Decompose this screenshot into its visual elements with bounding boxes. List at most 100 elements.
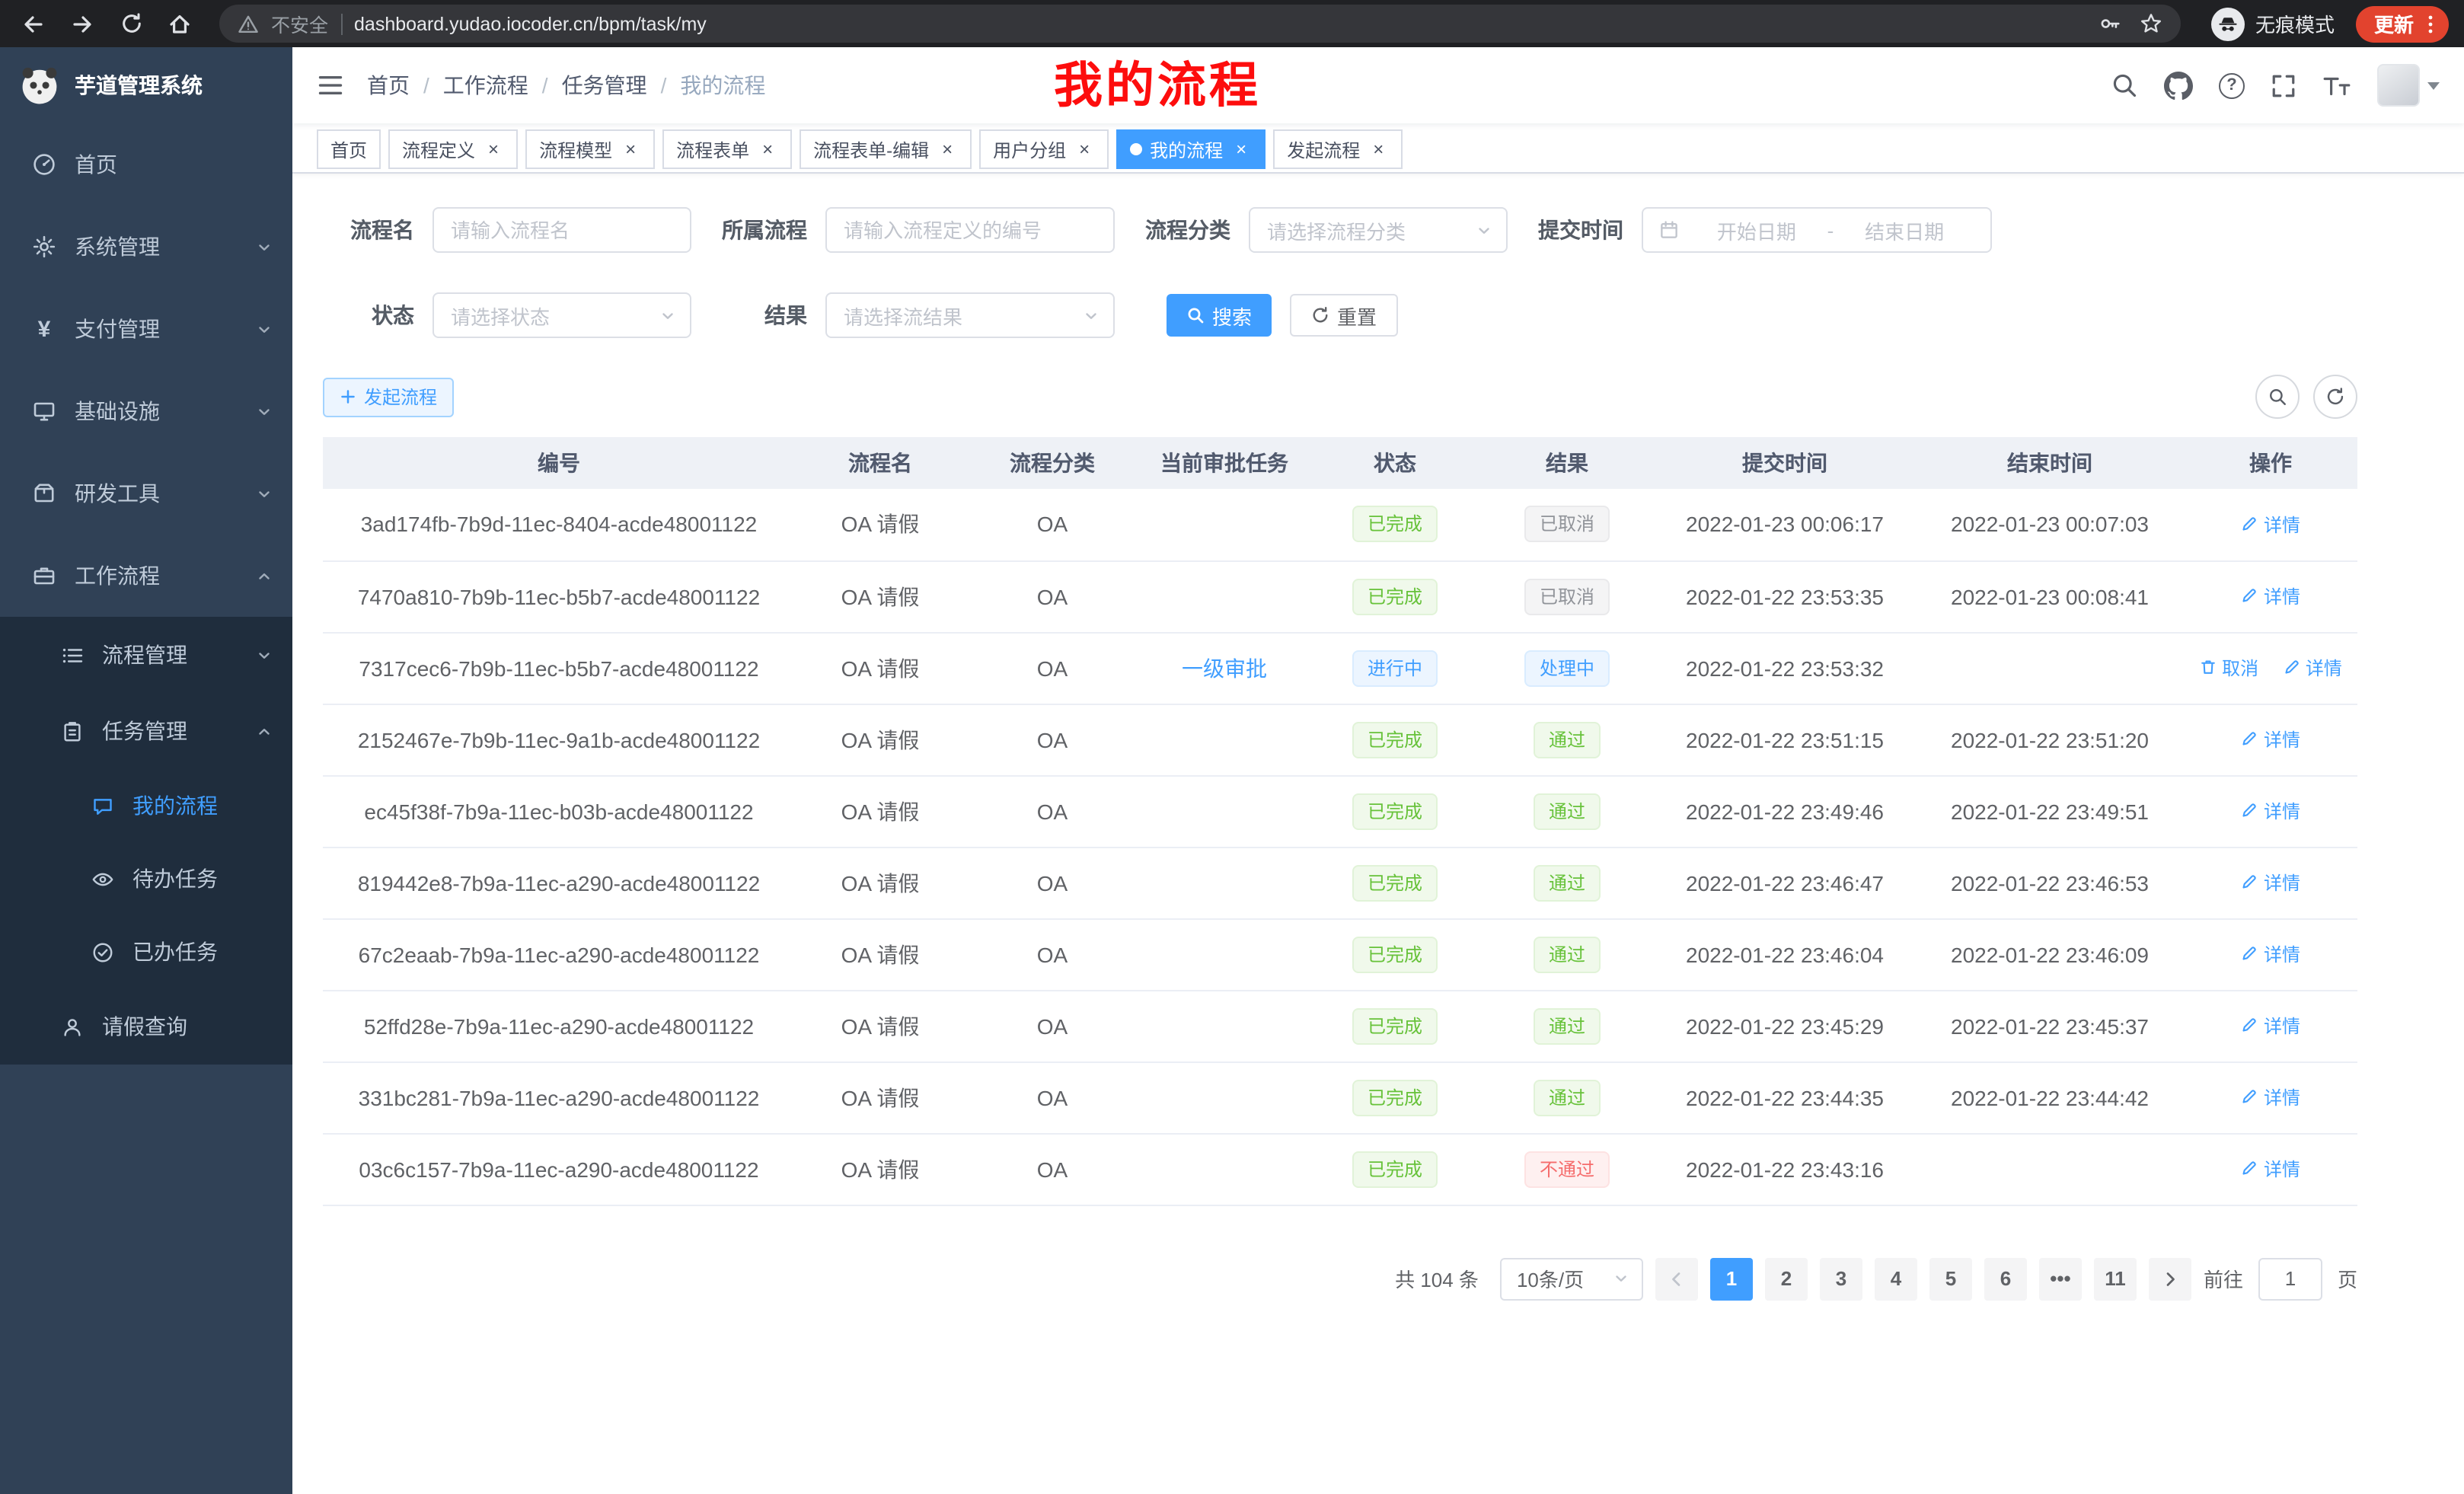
refresh-icon[interactable] bbox=[113, 5, 149, 42]
security-label[interactable]: 不安全 bbox=[271, 9, 328, 38]
page-button[interactable]: 1 bbox=[1710, 1257, 1753, 1300]
breadcrumb-link[interactable]: 我的流程 bbox=[680, 70, 765, 101]
current-task-link[interactable]: 一级审批 bbox=[1182, 656, 1267, 680]
sidebar-toggle-icon[interactable] bbox=[317, 72, 344, 99]
app-title: 芋道管理系统 bbox=[75, 70, 203, 101]
home-icon[interactable] bbox=[161, 5, 198, 42]
page-button[interactable]: ••• bbox=[2039, 1257, 2082, 1300]
close-icon[interactable]: × bbox=[483, 139, 504, 160]
sidebar-item-home[interactable]: 首页 bbox=[0, 123, 292, 206]
detail-action-label: 详情 bbox=[2264, 941, 2300, 967]
view-tab[interactable]: 首页 × bbox=[317, 129, 381, 169]
close-icon[interactable]: × bbox=[1074, 139, 1095, 160]
close-icon[interactable]: × bbox=[757, 139, 778, 160]
detail-action[interactable]: 详情 bbox=[2283, 655, 2342, 681]
sidebar-item-done-tasks[interactable]: 已办任务 bbox=[0, 915, 292, 988]
gear-icon bbox=[30, 235, 58, 259]
detail-action[interactable]: 详情 bbox=[2241, 1084, 2300, 1110]
sidebar-item-leave-query[interactable]: 请假查询 bbox=[0, 988, 292, 1065]
breadcrumb-link[interactable]: 任务管理 bbox=[562, 70, 647, 101]
process-category-select[interactable]: 请选择流程分类 bbox=[1249, 207, 1508, 253]
status-tag: 已完成 bbox=[1352, 578, 1438, 615]
cell-current-task bbox=[1139, 847, 1310, 918]
detail-action[interactable]: 详情 bbox=[2241, 583, 2300, 609]
view-tab[interactable]: 发起流程 × bbox=[1273, 129, 1403, 169]
result-select[interactable]: 请选择流结果 bbox=[825, 292, 1115, 338]
next-page-button[interactable] bbox=[2149, 1257, 2191, 1300]
font-size-icon[interactable] bbox=[2322, 72, 2351, 98]
view-tab[interactable]: 我的流程 × bbox=[1116, 129, 1266, 169]
goto-page-input[interactable] bbox=[2258, 1257, 2322, 1300]
view-tab[interactable]: 流程表单 × bbox=[662, 129, 792, 169]
toggle-search-button[interactable] bbox=[2255, 375, 2300, 419]
url-text[interactable]: dashboard.yudao.iocoder.cn/bpm/task/my bbox=[354, 13, 707, 34]
sidebar-item-payment[interactable]: ¥ 支付管理 bbox=[0, 288, 292, 370]
detail-action[interactable]: 详情 bbox=[2241, 511, 2300, 537]
search-icon[interactable] bbox=[2111, 72, 2138, 99]
sidebar-item-infrastructure[interactable]: 基础设施 bbox=[0, 370, 292, 452]
user-menu[interactable] bbox=[2377, 64, 2440, 107]
result-tag: 处理中 bbox=[1524, 650, 1610, 686]
key-icon[interactable] bbox=[2099, 12, 2121, 35]
cell-current-task bbox=[1139, 918, 1310, 990]
update-button[interactable]: 更新 bbox=[2356, 5, 2449, 42]
incognito-label: 无痕模式 bbox=[2255, 9, 2335, 38]
sidebar-item-system[interactable]: 系统管理 bbox=[0, 206, 292, 288]
cell-id: ec45f38f-7b9a-11ec-b03b-acde48001122 bbox=[323, 775, 795, 847]
address-bar[interactable]: 不安全 dashboard.yudao.iocoder.cn/bpm/task/… bbox=[219, 5, 2181, 43]
page-button[interactable]: 11 bbox=[2094, 1257, 2137, 1300]
sidebar-item-my-process[interactable]: 我的流程 bbox=[0, 769, 292, 842]
search-button[interactable]: 搜索 bbox=[1167, 294, 1272, 337]
detail-action[interactable]: 详情 bbox=[2241, 870, 2300, 895]
avatar[interactable] bbox=[2377, 64, 2420, 107]
cell-end-time: 2022-01-22 23:44:42 bbox=[1916, 1061, 2184, 1133]
sidebar-item-devtools[interactable]: 研发工具 bbox=[0, 452, 292, 535]
bookmark-star-icon[interactable] bbox=[2140, 12, 2162, 35]
view-tab[interactable]: 用户分组 × bbox=[979, 129, 1109, 169]
page-button[interactable]: 5 bbox=[1929, 1257, 1972, 1300]
github-icon[interactable] bbox=[2164, 71, 2193, 100]
process-name-label: 流程名 bbox=[341, 215, 414, 245]
reset-button[interactable]: 重置 bbox=[1290, 294, 1398, 337]
close-icon[interactable]: × bbox=[620, 139, 641, 160]
prev-page-button[interactable] bbox=[1655, 1257, 1698, 1300]
breadcrumb-link[interactable]: 工作流程 bbox=[443, 70, 528, 101]
breadcrumb-link[interactable]: 首页 bbox=[367, 70, 410, 101]
detail-action[interactable]: 详情 bbox=[2241, 798, 2300, 824]
detail-action-label: 详情 bbox=[2264, 1084, 2300, 1110]
page-button[interactable]: 3 bbox=[1820, 1257, 1862, 1300]
sidebar-item-task-mgmt[interactable]: 任务管理 bbox=[0, 693, 292, 769]
submit-time-range[interactable]: 开始日期 - 结束日期 bbox=[1642, 207, 1992, 253]
page-button[interactable]: 4 bbox=[1875, 1257, 1917, 1300]
detail-action[interactable]: 详情 bbox=[2241, 941, 2300, 967]
process-definition-input[interactable] bbox=[825, 207, 1115, 253]
sidebar-item-workflow[interactable]: 工作流程 bbox=[0, 535, 292, 617]
close-icon[interactable]: × bbox=[1230, 139, 1252, 160]
refresh-table-button[interactable] bbox=[2313, 375, 2357, 419]
close-icon[interactable]: × bbox=[937, 139, 958, 160]
cell-current-task bbox=[1139, 560, 1310, 632]
cancel-action-label: 取消 bbox=[2222, 655, 2258, 681]
sidebar-item-process-mgmt[interactable]: 流程管理 bbox=[0, 617, 292, 693]
view-tab[interactable]: 流程定义 × bbox=[388, 129, 518, 169]
status-select[interactable]: 请选择状态 bbox=[432, 292, 691, 338]
close-icon[interactable]: × bbox=[1368, 139, 1389, 160]
create-process-button[interactable]: 发起流程 bbox=[323, 377, 454, 417]
back-icon[interactable] bbox=[15, 5, 52, 42]
fullscreen-icon[interactable] bbox=[2271, 72, 2296, 98]
cell-current-task bbox=[1139, 1061, 1310, 1133]
help-icon[interactable]: ? bbox=[2219, 72, 2245, 98]
view-tab[interactable]: 流程表单-编辑 × bbox=[800, 129, 972, 169]
page-button[interactable]: 2 bbox=[1765, 1257, 1808, 1300]
sidebar-item-todo-tasks[interactable]: 待办任务 bbox=[0, 842, 292, 915]
cell-status: 已完成 bbox=[1310, 560, 1480, 632]
cancel-action[interactable]: 取消 bbox=[2199, 655, 2258, 681]
process-name-input[interactable] bbox=[432, 207, 691, 253]
page-size-select[interactable]: 10条/页 bbox=[1500, 1257, 1643, 1300]
detail-action[interactable]: 详情 bbox=[2241, 1013, 2300, 1039]
forward-icon[interactable] bbox=[64, 5, 101, 42]
detail-action[interactable]: 详情 bbox=[2241, 726, 2300, 752]
page-button[interactable]: 6 bbox=[1984, 1257, 2027, 1300]
view-tab[interactable]: 流程模型 × bbox=[525, 129, 655, 169]
detail-action[interactable]: 详情 bbox=[2241, 1156, 2300, 1182]
